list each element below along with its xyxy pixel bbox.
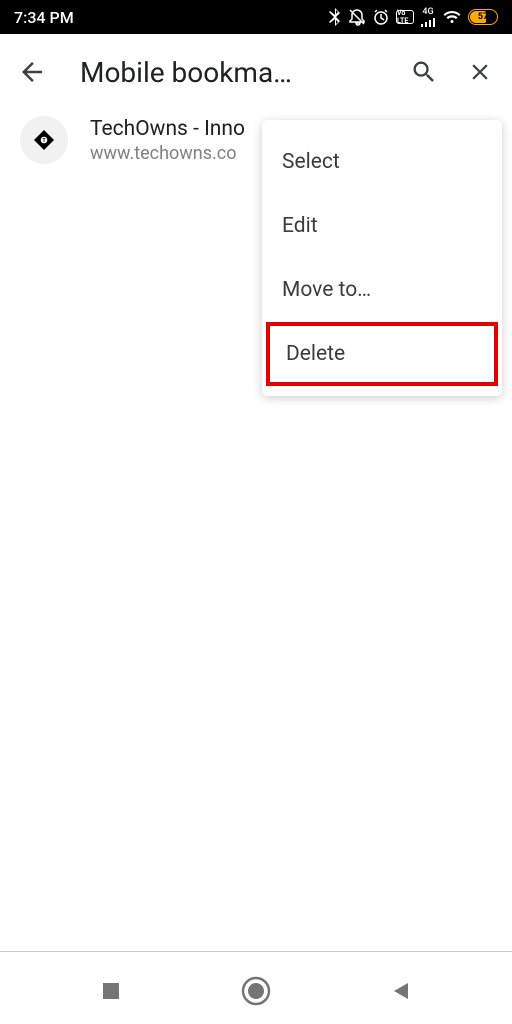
alarm-icon [372, 8, 390, 26]
circle-icon [241, 976, 271, 1006]
svg-text:T: T [42, 138, 45, 144]
nav-back-button[interactable] [390, 980, 412, 1006]
triangle-back-icon [390, 980, 412, 1002]
close-button[interactable] [456, 48, 504, 96]
search-icon [410, 58, 438, 86]
cellular-icon: 4G [420, 8, 436, 27]
menu-item-move-to[interactable]: Move to… [262, 258, 502, 322]
context-menu: Select Edit Move to… Delete [262, 120, 502, 396]
close-icon [467, 59, 493, 85]
divider [0, 951, 512, 952]
menu-item-select[interactable]: Select [262, 130, 502, 194]
diamond-icon: T [33, 129, 55, 151]
square-icon [100, 980, 122, 1002]
status-right: Vo LTE 4G 57 [328, 8, 498, 27]
status-bar: 7:34 PM Vo LTE 4G 57 [0, 0, 512, 34]
menu-item-edit[interactable]: Edit [262, 194, 502, 258]
back-button[interactable] [8, 48, 56, 96]
mute-icon [348, 8, 366, 26]
page-title: Mobile bookma… [64, 56, 392, 89]
bluetooth-icon [328, 8, 342, 26]
wifi-icon [442, 9, 462, 25]
favicon: T [20, 116, 68, 164]
nav-home-button[interactable] [241, 976, 271, 1010]
arrow-back-icon [17, 57, 47, 87]
status-time: 7:34 PM [14, 8, 74, 27]
app-bar: Mobile bookma… [0, 34, 512, 110]
battery-icon: 57 [468, 9, 498, 25]
nav-recent-button[interactable] [100, 980, 122, 1006]
nav-bar [0, 962, 512, 1024]
volte-icon: Vo LTE [396, 10, 414, 24]
search-button[interactable] [400, 48, 448, 96]
menu-item-delete[interactable]: Delete [266, 322, 498, 386]
